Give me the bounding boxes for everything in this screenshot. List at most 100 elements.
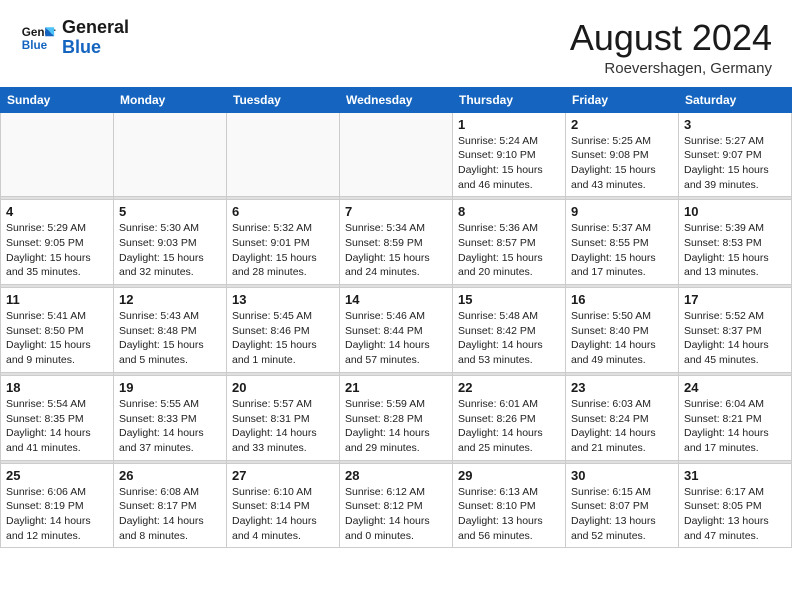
day-info: Sunrise: 5:43 AM Sunset: 8:48 PM Dayligh…	[119, 309, 221, 368]
calendar-cell: 3 Sunrise: 5:27 AM Sunset: 9:07 PM Daylig…	[679, 112, 792, 197]
calendar-cell	[340, 112, 453, 197]
day-number: 10	[684, 204, 786, 219]
calendar-cell: 8Sunrise: 5:36 AM Sunset: 8:57 PM Daylig…	[453, 200, 566, 285]
day-number: 14	[345, 292, 447, 307]
day-info: Sunrise: 6:15 AM Sunset: 8:07 PM Dayligh…	[571, 485, 673, 544]
day-number: 28	[345, 468, 447, 483]
main-title: August 2024	[570, 18, 772, 58]
day-number: 25	[6, 468, 108, 483]
day-info: Sunrise: 6:01 AM Sunset: 8:26 PM Dayligh…	[458, 397, 560, 456]
day-info: Sunrise: 6:17 AM Sunset: 8:05 PM Dayligh…	[684, 485, 786, 544]
calendar-cell	[1, 112, 114, 197]
day-header-wednesday: Wednesday	[340, 87, 453, 112]
calendar-cell: 2Sunrise: 5:25 AM Sunset: 9:08 PM Daylig…	[566, 112, 679, 197]
day-number: 20	[232, 380, 334, 395]
day-info: Sunrise: 6:08 AM Sunset: 8:17 PM Dayligh…	[119, 485, 221, 544]
day-header-sunday: Sunday	[1, 87, 114, 112]
calendar-cell: 22 Sunrise: 6:01 AM Sunset: 8:26 PM Dayli…	[453, 375, 566, 460]
day-number: 18	[6, 380, 108, 395]
week-row-1: 1 Sunrise: 5:24 AM Sunset: 9:10 PM Daylig…	[1, 112, 792, 197]
day-number: 24	[684, 380, 786, 395]
calendar-cell: 18 Sunrise: 5:54 AM Sunset: 8:35 PM Dayli…	[1, 375, 114, 460]
calendar-cell: 7 Sunrise: 5:34 AM Sunset: 8:59 PM Daylig…	[340, 200, 453, 285]
day-number: 3	[684, 117, 786, 132]
day-number: 4	[6, 204, 108, 219]
day-info: Sunrise: 5:59 AM Sunset: 8:28 PM Dayligh…	[345, 397, 447, 456]
day-header-friday: Friday	[566, 87, 679, 112]
day-info: Sunrise: 5:24 AM Sunset: 9:10 PM Dayligh…	[458, 134, 560, 193]
calendar-cell: 9 Sunrise: 5:37 AM Sunset: 8:55 PM Daylig…	[566, 200, 679, 285]
day-info: Sunrise: 5:46 AM Sunset: 8:44 PM Dayligh…	[345, 309, 447, 368]
calendar-cell: 20 Sunrise: 5:57 AM Sunset: 8:31 PM Dayli…	[227, 375, 340, 460]
day-number: 7	[345, 204, 447, 219]
day-header-thursday: Thursday	[453, 87, 566, 112]
title-block: August 2024 Roevershagen, Germany	[570, 18, 772, 77]
calendar-cell: 17 Sunrise: 5:52 AM Sunset: 8:37 PM Dayli…	[679, 288, 792, 373]
calendar-header-row: SundayMondayTuesdayWednesdayThursdayFrid…	[1, 87, 792, 112]
day-info: Sunrise: 5:27 AM Sunset: 9:07 PM Dayligh…	[684, 134, 786, 193]
day-info: Sunrise: 5:54 AM Sunset: 8:35 PM Dayligh…	[6, 397, 108, 456]
day-number: 9	[571, 204, 673, 219]
day-info: Sunrise: 5:37 AM Sunset: 8:55 PM Dayligh…	[571, 221, 673, 280]
day-header-monday: Monday	[114, 87, 227, 112]
day-info: Sunrise: 5:32 AM Sunset: 9:01 PM Dayligh…	[232, 221, 334, 280]
day-number: 16	[571, 292, 673, 307]
day-info: Sunrise: 5:55 AM Sunset: 8:33 PM Dayligh…	[119, 397, 221, 456]
day-number: 11	[6, 292, 108, 307]
day-number: 22	[458, 380, 560, 395]
day-info: Sunrise: 5:34 AM Sunset: 8:59 PM Dayligh…	[345, 221, 447, 280]
calendar-cell: 12Sunrise: 5:43 AM Sunset: 8:48 PM Dayli…	[114, 288, 227, 373]
week-row-5: 25Sunrise: 6:06 AM Sunset: 8:19 PM Dayli…	[1, 463, 792, 548]
day-info: Sunrise: 5:52 AM Sunset: 8:37 PM Dayligh…	[684, 309, 786, 368]
calendar-cell: 15Sunrise: 5:48 AM Sunset: 8:42 PM Dayli…	[453, 288, 566, 373]
week-row-4: 18 Sunrise: 5:54 AM Sunset: 8:35 PM Dayli…	[1, 375, 792, 460]
calendar-cell: 10Sunrise: 5:39 AM Sunset: 8:53 PM Dayli…	[679, 200, 792, 285]
day-number: 21	[345, 380, 447, 395]
logo: General Blue General Blue	[20, 18, 129, 58]
calendar-cell	[114, 112, 227, 197]
day-number: 5	[119, 204, 221, 219]
calendar-cell: 31 Sunrise: 6:17 AM Sunset: 8:05 PM Dayli…	[679, 463, 792, 548]
day-number: 30	[571, 468, 673, 483]
calendar-cell: 27 Sunrise: 6:10 AM Sunset: 8:14 PM Dayli…	[227, 463, 340, 548]
day-info: Sunrise: 6:03 AM Sunset: 8:24 PM Dayligh…	[571, 397, 673, 456]
day-number: 15	[458, 292, 560, 307]
calendar-cell: 14 Sunrise: 5:46 AM Sunset: 8:44 PM Dayli…	[340, 288, 453, 373]
day-info: Sunrise: 5:57 AM Sunset: 8:31 PM Dayligh…	[232, 397, 334, 456]
day-number: 27	[232, 468, 334, 483]
day-info: Sunrise: 5:30 AM Sunset: 9:03 PM Dayligh…	[119, 221, 221, 280]
day-info: Sunrise: 5:36 AM Sunset: 8:57 PM Dayligh…	[458, 221, 560, 280]
calendar-cell: 5 Sunrise: 5:30 AM Sunset: 9:03 PM Daylig…	[114, 200, 227, 285]
calendar-cell: 30 Sunrise: 6:15 AM Sunset: 8:07 PM Dayli…	[566, 463, 679, 548]
calendar-cell: 28Sunrise: 6:12 AM Sunset: 8:12 PM Dayli…	[340, 463, 453, 548]
logo-text: General Blue	[62, 18, 129, 58]
day-number: 1	[458, 117, 560, 132]
day-header-saturday: Saturday	[679, 87, 792, 112]
calendar-cell: 23Sunrise: 6:03 AM Sunset: 8:24 PM Dayli…	[566, 375, 679, 460]
day-info: Sunrise: 5:45 AM Sunset: 8:46 PM Dayligh…	[232, 309, 334, 368]
page-header: General Blue General Blue August 2024 Ro…	[0, 0, 792, 87]
day-number: 17	[684, 292, 786, 307]
calendar-cell: 21 Sunrise: 5:59 AM Sunset: 8:28 PM Dayli…	[340, 375, 453, 460]
day-number: 31	[684, 468, 786, 483]
calendar-cell: 16Sunrise: 5:50 AM Sunset: 8:40 PM Dayli…	[566, 288, 679, 373]
calendar-table: SundayMondayTuesdayWednesdayThursdayFrid…	[0, 87, 792, 549]
day-number: 13	[232, 292, 334, 307]
day-info: Sunrise: 5:29 AM Sunset: 9:05 PM Dayligh…	[6, 221, 108, 280]
day-number: 6	[232, 204, 334, 219]
calendar-cell: 4 Sunrise: 5:29 AM Sunset: 9:05 PM Daylig…	[1, 200, 114, 285]
calendar-cell: 13 Sunrise: 5:45 AM Sunset: 8:46 PM Dayli…	[227, 288, 340, 373]
calendar-cell	[227, 112, 340, 197]
week-row-2: 4 Sunrise: 5:29 AM Sunset: 9:05 PM Daylig…	[1, 200, 792, 285]
day-number: 29	[458, 468, 560, 483]
day-header-tuesday: Tuesday	[227, 87, 340, 112]
day-info: Sunrise: 6:10 AM Sunset: 8:14 PM Dayligh…	[232, 485, 334, 544]
calendar-cell: 24 Sunrise: 6:04 AM Sunset: 8:21 PM Dayli…	[679, 375, 792, 460]
day-info: Sunrise: 6:04 AM Sunset: 8:21 PM Dayligh…	[684, 397, 786, 456]
day-info: Sunrise: 6:13 AM Sunset: 8:10 PM Dayligh…	[458, 485, 560, 544]
calendar-cell: 29 Sunrise: 6:13 AM Sunset: 8:10 PM Dayli…	[453, 463, 566, 548]
day-info: Sunrise: 5:25 AM Sunset: 9:08 PM Dayligh…	[571, 134, 673, 193]
calendar-cell: 11Sunrise: 5:41 AM Sunset: 8:50 PM Dayli…	[1, 288, 114, 373]
week-row-3: 11Sunrise: 5:41 AM Sunset: 8:50 PM Dayli…	[1, 288, 792, 373]
day-number: 26	[119, 468, 221, 483]
